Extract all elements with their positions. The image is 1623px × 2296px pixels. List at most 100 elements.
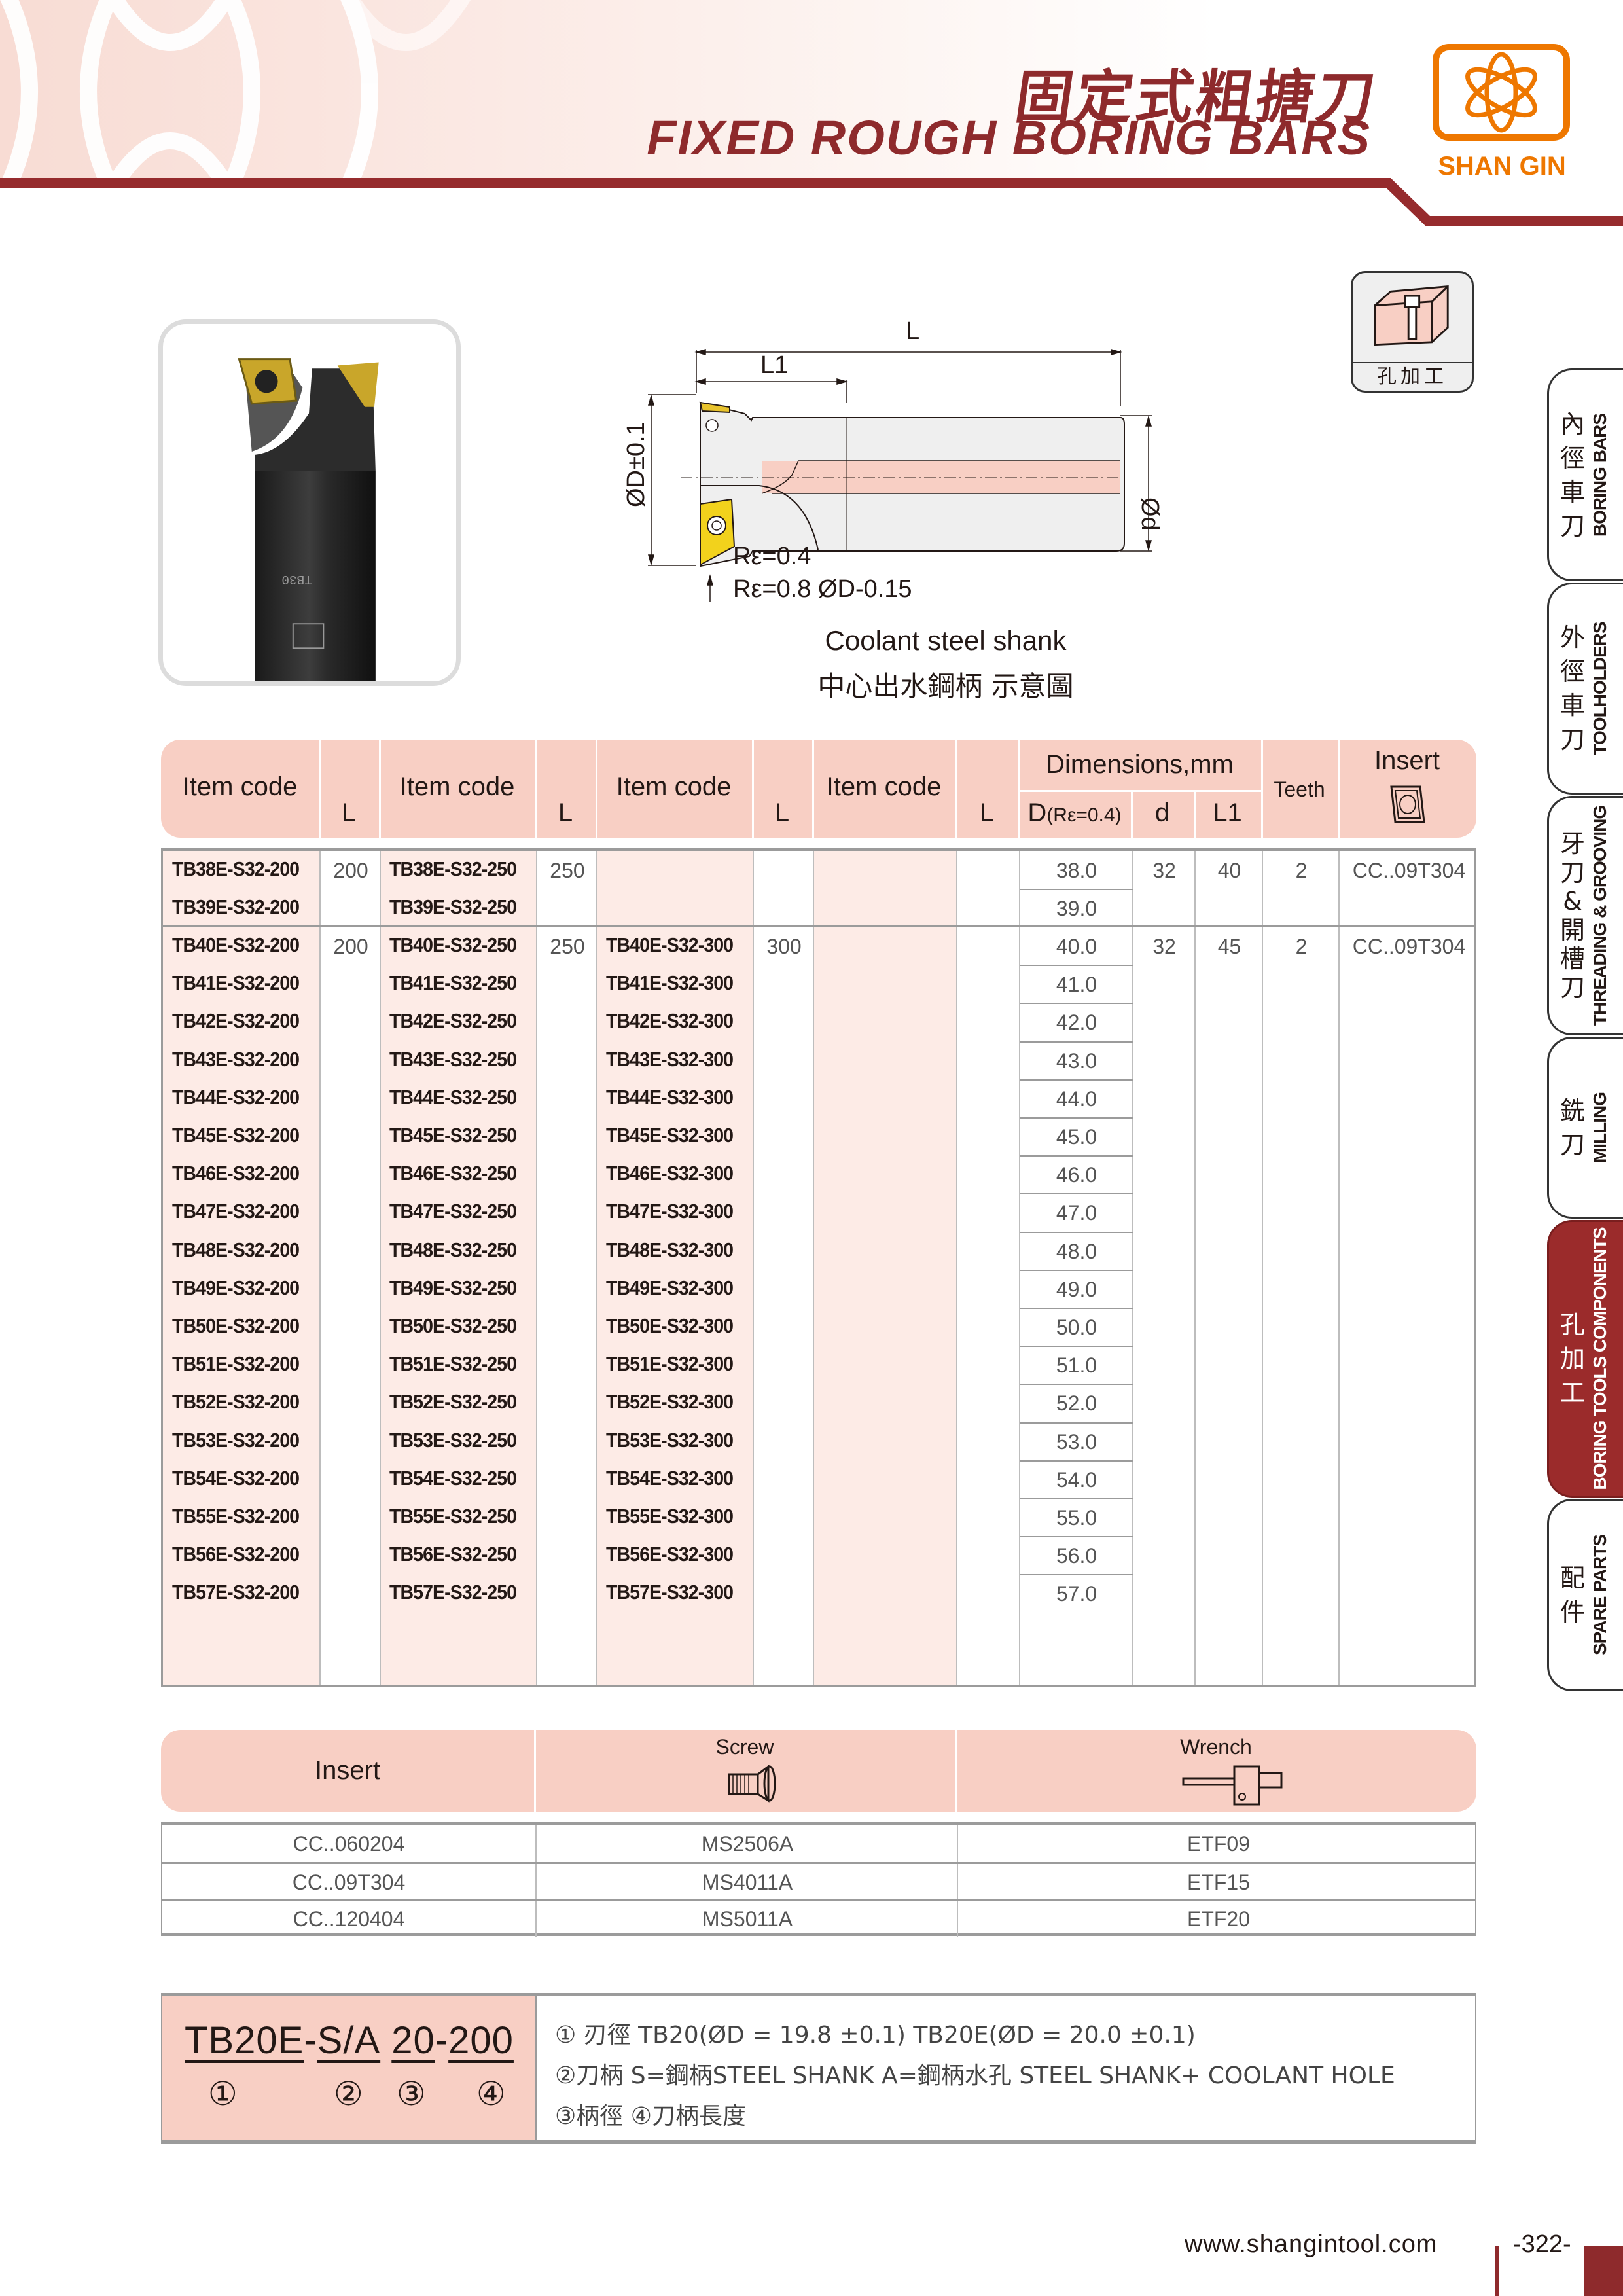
marker-1: ① (208, 2075, 238, 2113)
col-header-L: L (774, 798, 790, 827)
col-header-L1: L1 (1213, 798, 1242, 827)
item-code-250: TB53E-S32-250 (389, 1428, 517, 1452)
item-code-250: TB51E-S32-250 (389, 1352, 517, 1376)
dimension-D: 44.0 (1056, 1086, 1097, 1111)
code-example: TB20E-S/A 20-200 ① ② ③ ④ (162, 1996, 537, 2140)
col-header-D-label: D (1027, 798, 1047, 827)
footer-website-link[interactable]: www.shangintool.com (1185, 2231, 1438, 2259)
dimension-L1: 45 (1217, 935, 1241, 958)
length-L-200: 200 (333, 935, 368, 958)
accessory-wrench: ETF09 (957, 1825, 1479, 1862)
item-code-200: TB40E-S32-200 (172, 933, 300, 956)
side-tab-milling[interactable]: 銑刀 MILLING (1547, 1037, 1623, 1219)
code-part-2: S/A (317, 2019, 381, 2062)
accessory-screw: MS2506A (535, 1825, 958, 1862)
footer-divider (1495, 2246, 1499, 2296)
col-header-item-code: Item code (182, 772, 298, 801)
accessory-screw: MS4011A (535, 1864, 958, 1901)
item-code-300: TB46E-S32-300 (606, 1162, 734, 1185)
dimension-d: 32 (1152, 859, 1176, 882)
item-code-300: TB53E-S32-300 (606, 1428, 734, 1452)
item-code-250: TB38E-S32-250 (389, 857, 517, 880)
side-tab-label-cn: 內徑車刀 (1560, 409, 1585, 541)
marker-2: ② (334, 2075, 363, 2113)
item-code-200: TB46E-S32-200 (172, 1162, 300, 1185)
svg-text:TB30: TB30 (281, 572, 312, 586)
item-code-300: TB51E-S32-300 (606, 1352, 734, 1376)
spec-table-body: TB38E-S32-200 TB38E-S32-250 38.0 TB39E-S32-… (161, 848, 1476, 1687)
side-tab-label-cn: 孔加工 (1560, 1310, 1585, 1407)
item-code-200: TB44E-S32-200 (172, 1085, 300, 1109)
acc-col-header-insert: Insert (314, 1756, 381, 1785)
col-header-item-code: Item code (826, 772, 942, 801)
category-label: 孔加工 (1353, 362, 1472, 391)
accessory-row: CC..060204 MS2506A ETF09 (162, 1825, 1475, 1862)
insert-code: CC..09T304 (1352, 935, 1466, 958)
item-code-200: TB55E-S32-200 (172, 1505, 300, 1528)
item-code-250: TB57E-S32-250 (389, 1581, 517, 1604)
side-tab-label-cn: 銑刀 (1560, 1096, 1585, 1159)
item-code-250: TB42E-S32-250 (389, 1009, 517, 1033)
item-code-200: TB45E-S32-200 (172, 1124, 300, 1147)
side-tab-boring-bars[interactable]: 內徑車刀 BORING BARS (1547, 368, 1623, 581)
item-code-200: TB43E-S32-200 (172, 1047, 300, 1071)
dimension-D: 43.0 (1056, 1049, 1097, 1073)
item-code-200: TB49E-S32-200 (172, 1276, 300, 1299)
side-tab-boring-tools-components[interactable]: 孔加工 BORING TOOLS COMPONENTS (1547, 1220, 1623, 1498)
dimension-d: 32 (1152, 935, 1176, 958)
dimension-D: 42.0 (1056, 1011, 1097, 1035)
corner-radius-note-1: Rε=0.4 (733, 543, 811, 570)
accessory-insert: CC..120404 (293, 1907, 405, 1931)
teeth-count: 2 (1295, 859, 1308, 882)
side-tab-label-cn: 配件 (1560, 1564, 1585, 1626)
corner-radius-note-2: Rε=0.8 ØD-0.15 (733, 575, 912, 602)
acc-col-header-wrench: Wrench (1180, 1735, 1252, 1759)
side-tab-spare-parts[interactable]: 配件 SPARE PARTS (1547, 1499, 1623, 1691)
code-explanation-box: TB20E-S/A 20-200 ① ② ③ ④ ① 刃徑 TB20(ØD = … (161, 1993, 1476, 2144)
side-tab-label-en: THREADING & GROOVING (1590, 805, 1610, 1026)
col-header-insert: Insert (1374, 746, 1440, 775)
dimension-D: 41.0 (1056, 973, 1097, 997)
dimension-D: 46.0 (1056, 1163, 1097, 1187)
col-header-L: L (341, 798, 357, 827)
item-code-300: TB41E-S32-300 (606, 971, 734, 995)
dimension-D: 53.0 (1056, 1429, 1097, 1454)
col-header-item-code: Item code (399, 772, 515, 801)
item-code-300: TB56E-S32-300 (606, 1543, 734, 1566)
item-code-250: TB40E-S32-250 (389, 933, 517, 956)
accessory-row: CC..09T304 MS4011A ETF15 (162, 1862, 1475, 1901)
wrench-icon (1182, 1765, 1283, 1806)
side-tab-threading-grooving[interactable]: 牙刀 & 開槽刀 THREADING & GROOVING (1547, 796, 1623, 1035)
col-header-D-note: (Rε=0.4) (1046, 804, 1122, 826)
col-header-item-code: Item code (616, 772, 732, 801)
item-code-250: TB44E-S32-250 (389, 1085, 517, 1109)
dimension-D: 56.0 (1056, 1544, 1097, 1568)
item-code-250: TB55E-S32-250 (389, 1505, 517, 1528)
item-code-300: TB52E-S32-300 (606, 1390, 734, 1414)
item-code-200: TB47E-S32-200 (172, 1200, 300, 1223)
item-code-300: TB57E-S32-300 (606, 1581, 734, 1604)
category-badge: 孔加工 (1351, 271, 1474, 393)
dimension-D: 47.0 (1056, 1201, 1097, 1225)
insert-code: CC..09T304 (1352, 859, 1466, 882)
item-code-300: TB55E-S32-300 (606, 1505, 734, 1528)
item-code-250: TB39E-S32-250 (389, 895, 517, 919)
length-L-300: 300 (766, 935, 802, 958)
item-code-200: TB57E-S32-200 (172, 1581, 300, 1604)
col-header-teeth: Teeth (1274, 778, 1325, 801)
col-header-D: D(Rε=0.4) (1018, 798, 1131, 828)
accessory-insert: CC..060204 (293, 1832, 405, 1856)
length-L-250: 250 (550, 935, 585, 958)
accessory-wrench: ETF15 (957, 1864, 1479, 1901)
dimension-L1: 40 (1217, 859, 1241, 882)
item-code-200: TB56E-S32-200 (172, 1543, 300, 1566)
code-explanation-line-2: ②刀柄 S=鋼柄STEEL SHANK A=鋼柄水孔 STEEL SHANK+ … (555, 2062, 1395, 2089)
item-code-200: TB41E-S32-200 (172, 971, 300, 995)
item-code-300: TB47E-S32-300 (606, 1200, 734, 1223)
accessory-row: CC..120404 MS5011A ETF20 (162, 1899, 1475, 1937)
item-code-300: TB45E-S32-300 (606, 1124, 734, 1147)
dimension-D: 57.0 (1056, 1582, 1097, 1606)
side-tab-toolholders[interactable]: 外徑車刀 TOOLHOLDERS (1547, 583, 1623, 795)
accessory-insert: CC..09T304 (292, 1871, 406, 1894)
dimension-D: 55.0 (1056, 1506, 1097, 1530)
